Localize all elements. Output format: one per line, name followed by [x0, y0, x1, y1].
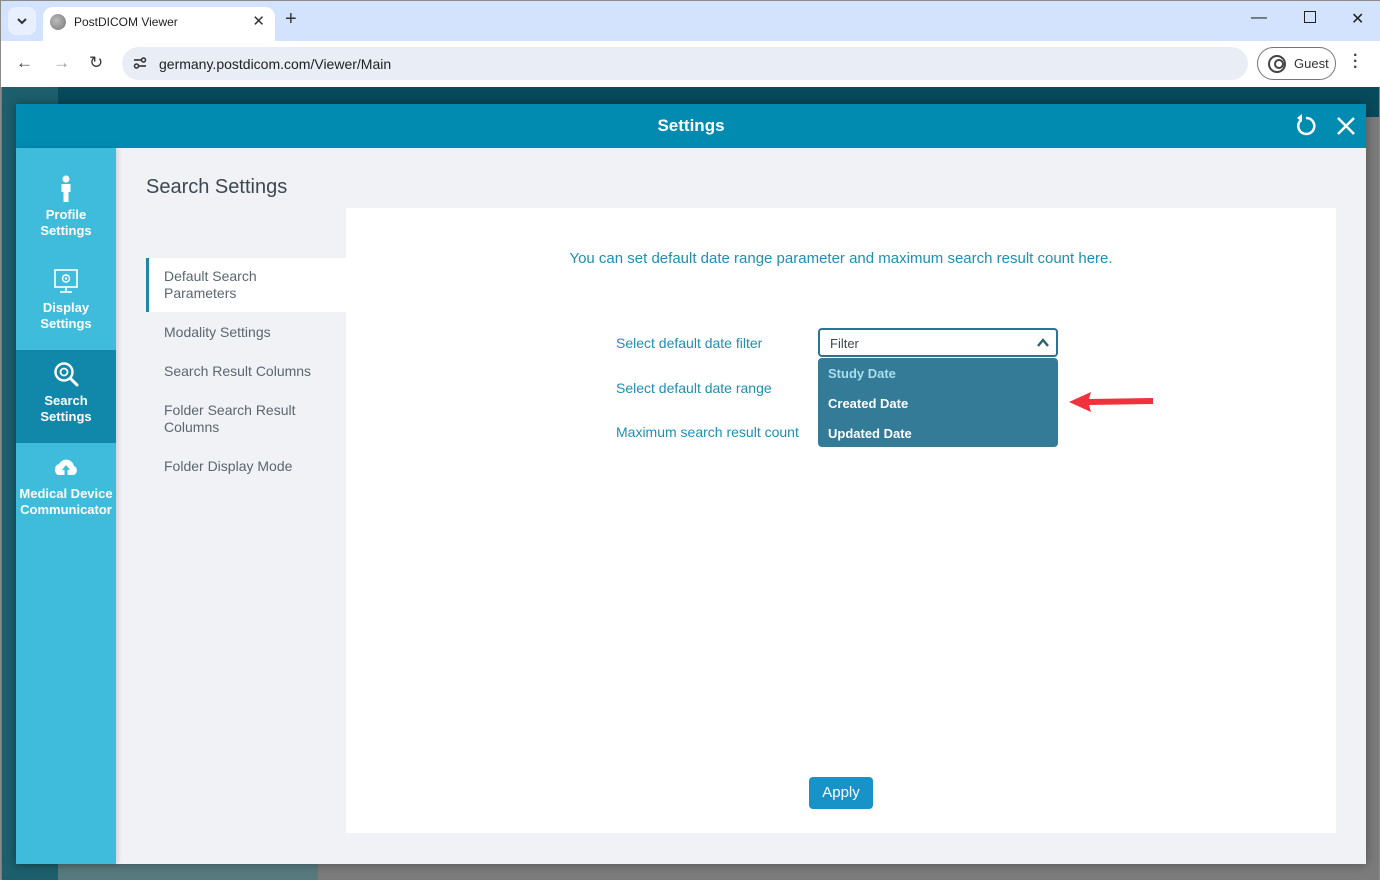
sidebar-item-profile-settings[interactable]: Profile Settings	[16, 164, 116, 257]
arrow-right-icon[interactable]: →	[53, 53, 70, 73]
subnav-item-default-search-parameters[interactable]: Default Search Parameters	[146, 258, 346, 312]
chevron-down-icon	[17, 18, 27, 25]
close-icon[interactable]	[1334, 114, 1358, 138]
reset-icon[interactable]	[1294, 114, 1318, 138]
sidebar-item-display-settings[interactable]: Display Settings	[16, 257, 116, 350]
subnav-item-modality-settings[interactable]: Modality Settings	[146, 324, 346, 341]
kebab-menu-icon[interactable]: · · ·	[1353, 48, 1358, 76]
profile-button[interactable]: Guest	[1257, 47, 1336, 80]
url-text[interactable]: germany.postdicom.com/Viewer/Main	[159, 56, 391, 72]
monitor-gear-icon	[54, 269, 78, 293]
sidebar-label: Search Settings	[40, 393, 92, 424]
sidebar-item-search-settings[interactable]: Search Settings	[16, 350, 116, 443]
subnav-item-folder-search-result-columns[interactable]: Folder Search Result Columns	[146, 402, 346, 436]
tab-bar: PostDICOM Viewer ✕ + — ✕	[1, 1, 1380, 41]
date-filter-value: Filter	[830, 336, 859, 351]
section-title: Search Settings	[146, 176, 288, 198]
tune-icon[interactable]	[132, 55, 148, 71]
tab-search-button[interactable]	[8, 7, 36, 35]
date-filter-dropdown: Study Date Created Date Updated Date	[818, 358, 1058, 447]
option-study-date[interactable]: Study Date	[828, 366, 896, 381]
settings-sidebar: Profile Settings Display Settings Search…	[16, 148, 116, 864]
max-count-label: Maximum search result count	[616, 424, 799, 440]
browser-window: PostDICOM Viewer ✕ + — ✕ ← → ↻ germany.p…	[0, 0, 1380, 880]
person-icon	[61, 175, 71, 202]
subnav-item-search-result-columns[interactable]: Search Result Columns	[146, 363, 346, 380]
postdicom-favicon	[50, 14, 66, 30]
sidebar-label: Profile Settings	[40, 207, 92, 238]
settings-modal: Settings Profile Settings Display Settin…	[16, 104, 1366, 864]
date-filter-label: Select default date filter	[616, 335, 763, 351]
minimize-icon[interactable]: —	[1251, 9, 1267, 27]
apply-button[interactable]: Apply	[809, 777, 873, 809]
sidebar-label: Medical Device Communicator	[19, 486, 113, 517]
arrow-left-icon[interactable]: ←	[16, 53, 33, 73]
account-circle-icon	[1268, 55, 1286, 73]
sidebar-item-medical-device-communicator[interactable]: Medical Device Communicator	[16, 443, 116, 536]
modal-header: Settings	[16, 104, 1366, 148]
date-filter-select[interactable]: Filter	[818, 328, 1058, 357]
modal-title: Settings	[657, 116, 725, 135]
close-icon[interactable]: ✕	[252, 12, 265, 30]
plus-icon[interactable]: +	[285, 8, 297, 31]
content-panel: You can set default date range parameter…	[346, 208, 1336, 833]
option-created-date[interactable]: Created Date	[828, 396, 908, 411]
chevron-up-icon	[1037, 338, 1049, 347]
red-arrow-icon	[1069, 392, 1153, 412]
background-app-footer	[58, 863, 318, 880]
cloud-upload-icon	[54, 459, 77, 475]
reload-icon[interactable]: ↻	[89, 53, 103, 73]
sidebar-label: Display Settings	[40, 300, 92, 331]
tab-title: PostDICOM Viewer	[74, 15, 178, 29]
address-bar-row: ← → ↻ germany.postdicom.com/Viewer/Main …	[1, 41, 1380, 87]
browser-tab[interactable]: PostDICOM Viewer ✕	[43, 7, 275, 41]
date-range-label: Select default date range	[616, 380, 772, 396]
search-gear-icon	[54, 362, 79, 387]
profile-label: Guest	[1294, 56, 1329, 71]
subnav-item-folder-display-mode[interactable]: Folder Display Mode	[146, 458, 346, 475]
maximize-icon[interactable]	[1304, 11, 1316, 23]
option-updated-date[interactable]: Updated Date	[828, 426, 912, 441]
intro-text: You can set default date range parameter…	[569, 250, 1113, 267]
close-icon[interactable]: ✕	[1351, 9, 1364, 29]
url-bar[interactable]: germany.postdicom.com/Viewer/Main	[122, 47, 1248, 80]
